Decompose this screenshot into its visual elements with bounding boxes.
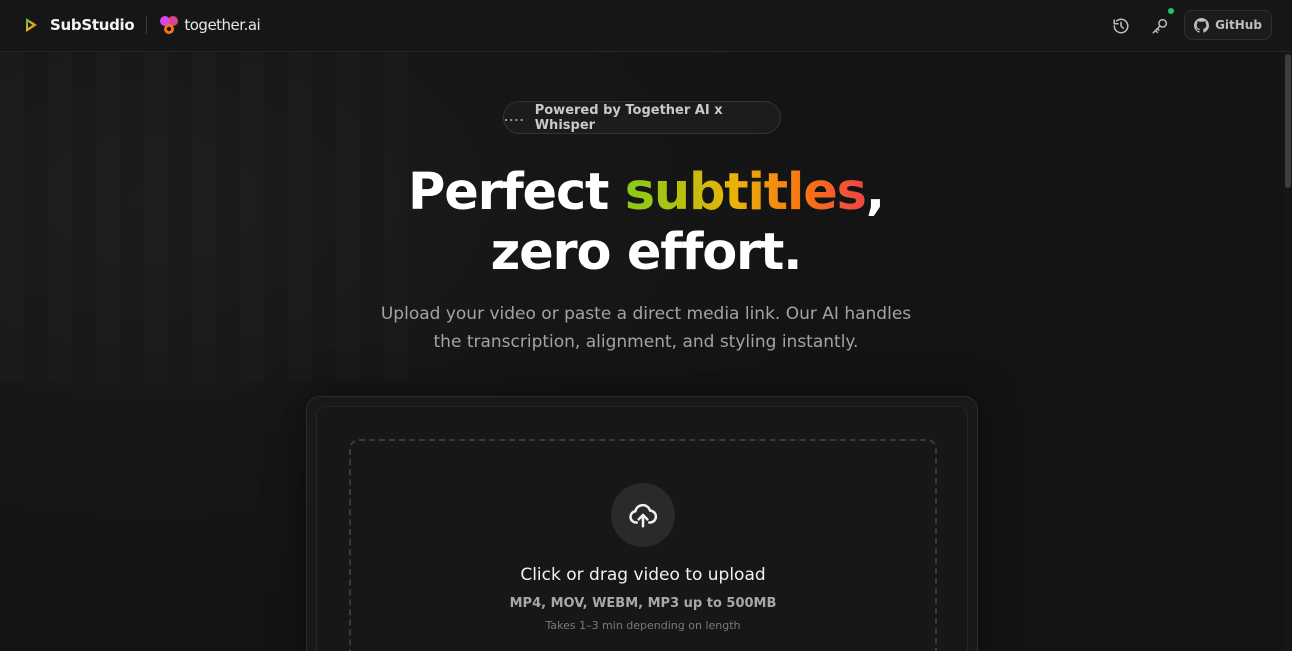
key-status-indicator: [1168, 8, 1174, 14]
powered-by-badge: .... Powered by Together AI x Whisper: [503, 101, 781, 134]
upload-card: Click or drag video to upload MP4, MOV, …: [306, 396, 978, 651]
together-logo-icon: [160, 16, 179, 34]
github-label: GitHub: [1215, 18, 1262, 32]
upload-title: Click or drag video to upload: [520, 565, 766, 585]
brand-name: SubStudio: [50, 16, 135, 34]
upload-duration-note: Takes 1–3 min depending on length: [545, 619, 741, 632]
brand-divider: [146, 16, 148, 34]
top-navigation-bar: SubStudio together.ai GitHub: [0, 0, 1292, 52]
scrollbar-thumb[interactable]: [1285, 54, 1291, 188]
github-button[interactable]: GitHub: [1184, 10, 1272, 40]
headline-prefix: Perfect: [408, 163, 625, 222]
subtitle-line-2: the transcription, alignment, and stylin…: [433, 332, 859, 352]
headline-line-2: zero effort.: [490, 223, 803, 282]
hero-headline: Perfect subtitles, zero effort.: [0, 163, 1292, 283]
key-icon: [1152, 18, 1168, 34]
partner-name: together.ai: [184, 16, 261, 34]
cloud-upload-icon: [629, 503, 658, 528]
video-dropzone[interactable]: Click or drag video to upload MP4, MOV, …: [349, 439, 937, 651]
history-icon: [1113, 18, 1129, 34]
page-scrollbar[interactable]: [1284, 52, 1292, 651]
loading-dots: ....: [504, 111, 525, 124]
history-button[interactable]: [1108, 13, 1134, 39]
hero-subtitle: Upload your video or paste a direct medi…: [346, 300, 946, 356]
subtitle-line-1: Upload your video or paste a direct medi…: [380, 304, 912, 324]
play-icon: [26, 18, 37, 32]
api-key-button[interactable]: [1147, 8, 1174, 39]
headline-comma: ,: [865, 163, 885, 222]
upload-card-inner: Click or drag video to upload MP4, MOV, …: [316, 406, 968, 651]
upload-icon-badge: [611, 483, 675, 547]
github-icon: [1194, 17, 1210, 33]
headline-highlight: subtitles: [624, 163, 867, 222]
powered-by-text: Powered by Together AI x Whisper: [534, 102, 723, 133]
app-root: SubStudio together.ai GitHub .... Powere…: [0, 0, 1292, 651]
upload-formats: MP4, MOV, WEBM, MP3 up to 500MB: [509, 596, 777, 611]
brand-area[interactable]: SubStudio together.ai: [22, 13, 261, 37]
